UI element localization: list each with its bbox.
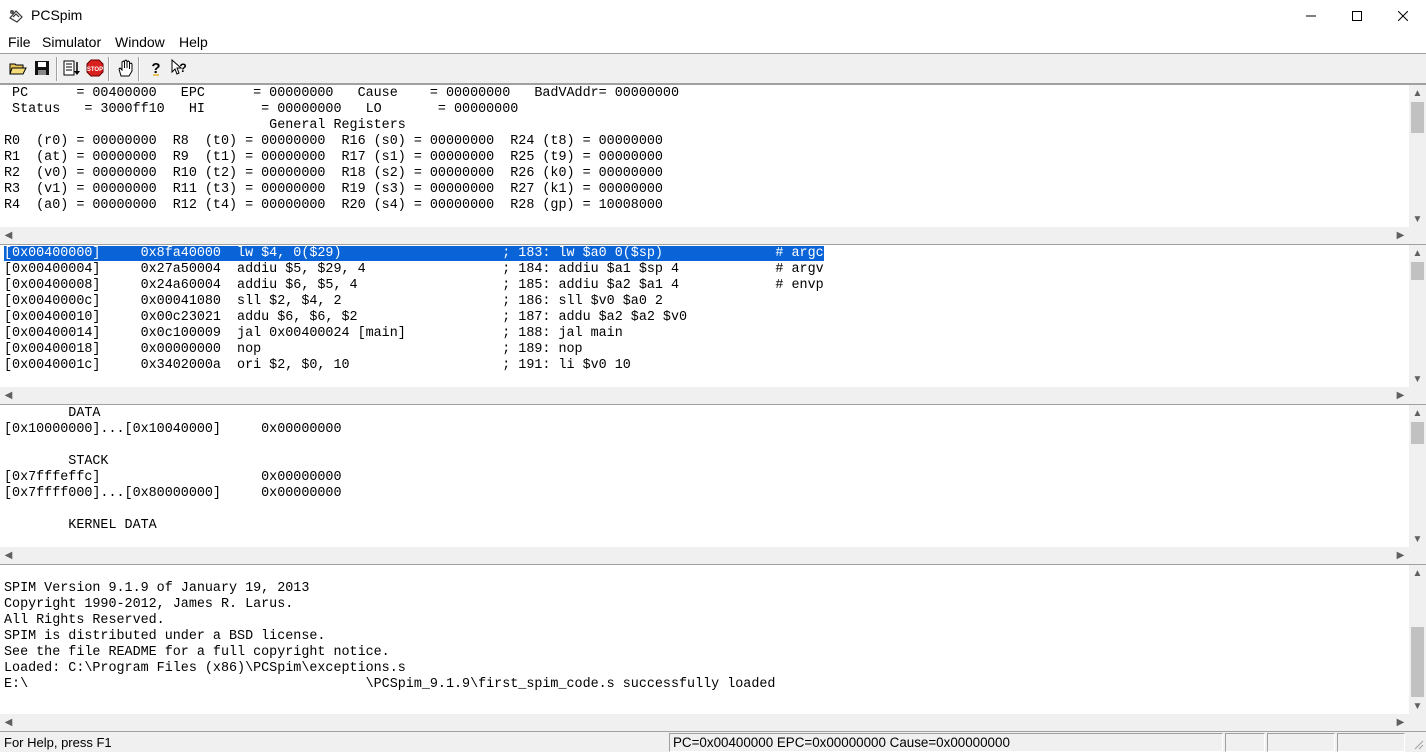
scroll-left-arrow-icon[interactable]: ◀	[0, 387, 17, 404]
scrollbar-corner	[1409, 547, 1426, 564]
resize-grip-icon[interactable]	[1412, 738, 1424, 750]
minimize-icon	[1306, 15, 1316, 16]
context-help-button[interactable]: ?	[168, 57, 190, 79]
menu-window[interactable]: Window	[115, 34, 165, 50]
text-segment-vertical-scrollbar[interactable]: ▲ ▼	[1409, 245, 1426, 388]
data-segment-pane[interactable]: DATA [0x10000000]...[0x10040000] 0x00000…	[0, 404, 1426, 564]
save-icon	[35, 61, 49, 75]
scrollbar-corner	[1409, 387, 1426, 404]
registers-pane[interactable]: PC = 00400000 EPC = 00000000 Cause = 000…	[0, 84, 1426, 244]
scroll-thumb[interactable]	[1411, 262, 1424, 280]
status-bar: For Help, press F1 PC=0x00400000 EPC=0x0…	[0, 731, 1426, 752]
run-button[interactable]	[61, 57, 83, 79]
scroll-right-arrow-icon[interactable]: ▶	[1392, 387, 1409, 404]
data-segment-horizontal-scrollbar[interactable]: ◀ ▶	[0, 547, 1409, 564]
menu-bar: File Simulator Window Help	[0, 31, 1426, 53]
pcspim-app-icon	[9, 10, 23, 23]
messages-vertical-scrollbar[interactable]: ▲ ▼	[1409, 565, 1426, 715]
scroll-down-arrow-icon[interactable]: ▼	[1409, 698, 1426, 715]
window-title: PCSpim	[31, 7, 83, 23]
maximize-icon	[1352, 10, 1362, 21]
registers-vertical-scrollbar[interactable]: ▲ ▼	[1409, 85, 1426, 228]
messages-pane[interactable]: SPIM Version 9.1.9 of January 19, 2013 C…	[0, 564, 1426, 731]
messages-horizontal-scrollbar[interactable]: ◀ ▶	[0, 714, 1409, 731]
toolbar-separator	[56, 57, 58, 81]
open-file-icon	[9, 63, 27, 75]
menu-help[interactable]: Help	[179, 34, 208, 50]
scroll-up-arrow-icon[interactable]: ▲	[1409, 405, 1426, 422]
status-registers: PC=0x00400000 EPC=0x00000000 Cause=0x000…	[669, 733, 1223, 752]
data-segment-vertical-scrollbar[interactable]: ▲ ▼	[1409, 405, 1426, 548]
breakpoint-button[interactable]	[114, 57, 136, 79]
scroll-thumb[interactable]	[1411, 102, 1424, 133]
context-help-icon: ?	[171, 59, 187, 75]
scroll-up-arrow-icon[interactable]: ▲	[1409, 565, 1426, 582]
menu-simulator[interactable]: Simulator	[42, 34, 101, 50]
close-button[interactable]	[1380, 0, 1426, 31]
scroll-thumb[interactable]	[1411, 627, 1424, 697]
scroll-down-arrow-icon[interactable]: ▼	[1409, 531, 1426, 548]
selected-instruction-row[interactable]: [0x00400000] 0x8fa40000 lw $4, 0($29) ; …	[4, 246, 824, 261]
data-segment-text: DATA [0x10000000]...[0x10040000] 0x00000…	[4, 406, 342, 533]
toolbar-separator	[108, 57, 110, 81]
scroll-left-arrow-icon[interactable]: ◀	[0, 227, 17, 244]
text-segment-pane[interactable]: [0x00400000] 0x8fa40000 lw $4, 0($29) ; …	[0, 244, 1426, 404]
toolbar: STOP ? ?	[0, 53, 1426, 84]
stop-button[interactable]: STOP	[84, 57, 106, 79]
scroll-left-arrow-icon[interactable]: ◀	[0, 714, 17, 731]
scrollbar-corner	[1409, 227, 1426, 244]
open-file-button[interactable]	[7, 57, 29, 79]
messages-text: SPIM Version 9.1.9 of January 19, 2013 C…	[4, 581, 776, 692]
breakpoint-hand-icon	[118, 59, 133, 77]
scroll-down-arrow-icon[interactable]: ▼	[1409, 371, 1426, 388]
svg-text:?: ?	[179, 61, 186, 75]
title-bar: PCSpim	[0, 0, 1426, 31]
help-button[interactable]: ?	[145, 57, 167, 79]
minimize-button[interactable]	[1288, 0, 1334, 31]
text-segment-code: [0x00400000] 0x8fa40000 lw $4, 0($29) ; …	[4, 246, 824, 374]
menu-file[interactable]: File	[8, 34, 31, 50]
close-icon	[1398, 10, 1408, 21]
scroll-thumb[interactable]	[1411, 422, 1424, 444]
toolbar-separator	[138, 57, 140, 81]
scroll-right-arrow-icon[interactable]: ▶	[1392, 547, 1409, 564]
text-segment-horizontal-scrollbar[interactable]: ◀ ▶	[0, 387, 1409, 404]
help-icon: ?	[151, 60, 160, 77]
status-indicator	[1267, 733, 1335, 752]
scroll-left-arrow-icon[interactable]: ◀	[0, 547, 17, 564]
status-indicator	[1225, 733, 1265, 752]
run-icon	[63, 60, 80, 76]
save-button[interactable]	[31, 57, 53, 79]
scroll-up-arrow-icon[interactable]: ▲	[1409, 245, 1426, 262]
registers-text: PC = 00400000 EPC = 00000000 Cause = 000…	[4, 86, 679, 213]
scroll-up-arrow-icon[interactable]: ▲	[1409, 85, 1426, 102]
status-help-text: For Help, press F1	[4, 735, 112, 750]
status-indicator	[1337, 733, 1405, 752]
registers-horizontal-scrollbar[interactable]: ◀ ▶	[0, 227, 1409, 244]
maximize-button[interactable]	[1334, 0, 1380, 31]
scrollbar-corner	[1409, 714, 1426, 731]
scroll-right-arrow-icon[interactable]: ▶	[1392, 227, 1409, 244]
svg-text:STOP: STOP	[87, 67, 103, 73]
scroll-right-arrow-icon[interactable]: ▶	[1392, 714, 1409, 731]
instruction-rows[interactable]: [0x00400004] 0x27a50004 addiu $5, $29, 4…	[4, 262, 824, 373]
stop-icon: STOP	[86, 59, 104, 77]
scroll-down-arrow-icon[interactable]: ▼	[1409, 211, 1426, 228]
